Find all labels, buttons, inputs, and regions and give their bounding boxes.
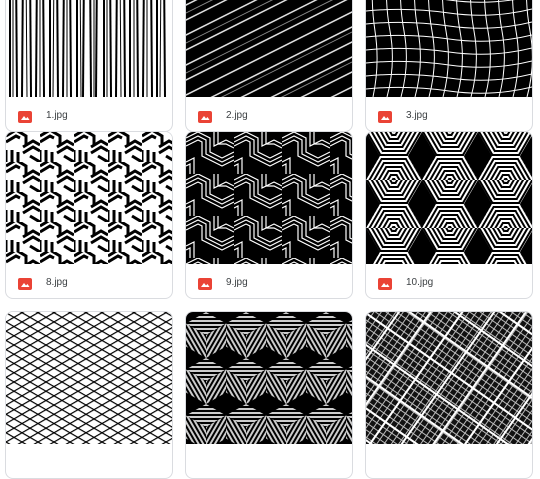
thumbnail-hex-maze	[186, 132, 352, 264]
thumbnail-diagonal-grid	[366, 312, 532, 444]
image-file-icon	[198, 278, 212, 290]
file-card[interactable]: 10.jpg	[365, 131, 533, 299]
file-card[interactable]: 3.jpg	[365, 0, 533, 132]
file-name: 10.jpg	[406, 277, 434, 288]
file-card[interactable]: 8.jpg	[5, 131, 173, 299]
thumbnail-wavy-grid	[366, 0, 532, 97]
file-name: 3.jpg	[406, 110, 428, 121]
thumbnail-striped-cubes	[186, 312, 352, 444]
file-caption: 10.jpg	[366, 265, 532, 298]
file-caption: 2.jpg	[186, 98, 352, 131]
thumbnail-vertical-streaks	[6, 0, 172, 97]
thumbnail-crosshatch	[6, 312, 172, 444]
thumbnail-striped-triangles	[366, 132, 532, 264]
file-name: 8.jpg	[46, 277, 68, 288]
file-caption: 3.jpg	[366, 98, 532, 131]
thumbnail-diagonal-streaks	[186, 0, 352, 97]
file-caption: 8.jpg	[6, 265, 172, 298]
image-file-icon	[198, 111, 212, 123]
file-card[interactable]	[365, 311, 533, 479]
image-file-icon	[18, 278, 32, 290]
file-card[interactable]: 1.jpg	[5, 0, 173, 132]
file-name: 1.jpg	[46, 110, 68, 121]
thumbnail-hex-stripes	[6, 132, 172, 264]
image-file-icon	[378, 111, 392, 123]
image-file-icon	[18, 111, 32, 123]
file-name: 2.jpg	[226, 110, 248, 121]
file-card[interactable]	[5, 311, 173, 479]
file-card[interactable]	[185, 311, 353, 479]
file-card[interactable]: 9.jpg	[185, 131, 353, 299]
file-name: 9.jpg	[226, 277, 248, 288]
image-file-icon	[378, 278, 392, 290]
file-card[interactable]: 2.jpg	[185, 0, 353, 132]
file-caption: 1.jpg	[6, 98, 172, 131]
file-caption: 9.jpg	[186, 265, 352, 298]
